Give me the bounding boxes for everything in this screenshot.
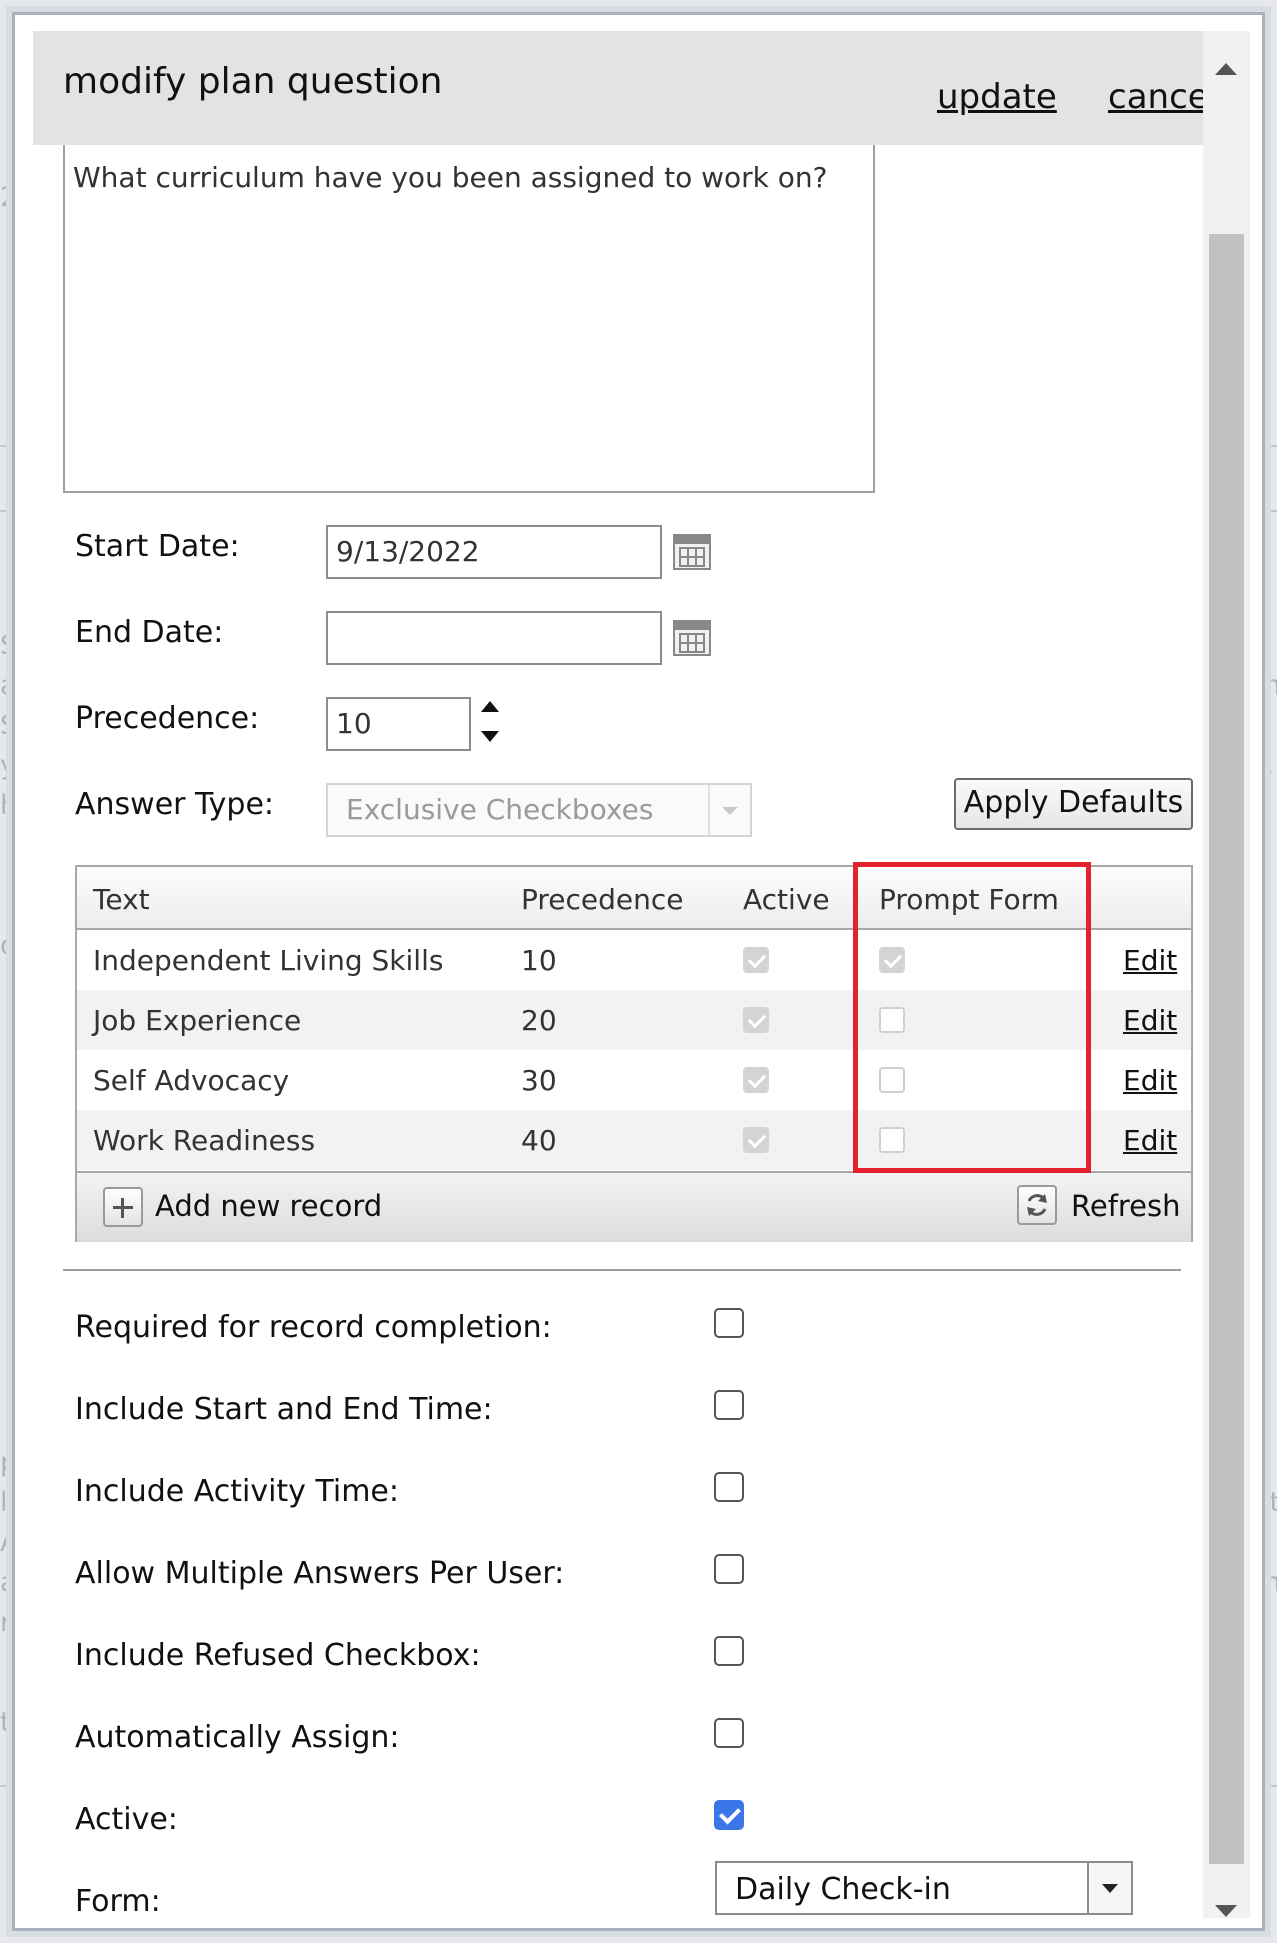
answer-type-label: Answer Type: xyxy=(75,787,275,822)
table-row: Job Experience 20 Edit xyxy=(77,990,1191,1050)
update-link[interactable]: update xyxy=(937,77,1057,117)
answer-type-value: Exclusive Checkboxes xyxy=(346,793,654,826)
include-activity-time-checkbox[interactable] xyxy=(714,1472,744,1502)
include-activity-time-label: Include Activity Time: xyxy=(75,1474,399,1509)
form-label: Form: xyxy=(75,1884,161,1918)
precedence-stepper[interactable] xyxy=(479,697,503,751)
table-row: Self Advocacy 30 Edit xyxy=(77,1050,1191,1110)
chevron-down-icon[interactable] xyxy=(1087,1863,1131,1913)
dialog-content: modify plan question update cancel What … xyxy=(33,31,1250,1918)
row-prompt-form-checkbox xyxy=(879,1067,905,1093)
row-active-checkbox xyxy=(743,1007,769,1033)
row-edit-link[interactable]: Edit xyxy=(1123,1124,1177,1157)
cancel-link[interactable]: cancel xyxy=(1108,77,1218,117)
row-precedence: 40 xyxy=(521,1124,557,1157)
increment-arrow-icon[interactable] xyxy=(481,701,499,712)
dialog-scrollbar[interactable] xyxy=(1203,31,1250,1918)
row-edit-link[interactable]: Edit xyxy=(1123,944,1177,977)
automatically-assign-checkbox[interactable] xyxy=(714,1718,744,1748)
required-for-completion-label: Required for record completion: xyxy=(75,1310,552,1345)
chevron-down-icon xyxy=(708,785,750,835)
row-active-checkbox xyxy=(743,1127,769,1153)
table-row: Independent Living Skills 10 Edit xyxy=(77,930,1191,990)
row-active-checkbox xyxy=(743,947,769,973)
question-text-area[interactable]: What curriculum have you been assigned t… xyxy=(63,145,875,493)
row-text: Self Advocacy xyxy=(93,1064,290,1097)
row-text: Work Readiness xyxy=(93,1124,316,1157)
add-record-plus-icon[interactable] xyxy=(103,1187,143,1227)
refresh-button[interactable]: Refresh xyxy=(1071,1189,1181,1223)
column-header-prompt-form[interactable]: Prompt Form xyxy=(879,883,1059,916)
calendar-icon[interactable] xyxy=(673,620,711,656)
row-text: Job Experience xyxy=(93,1004,302,1037)
end-date-input[interactable] xyxy=(326,611,662,665)
row-prompt-form-checkbox xyxy=(879,1127,905,1153)
calendar-icon[interactable] xyxy=(673,534,711,570)
end-date-label: End Date: xyxy=(75,615,224,650)
row-prompt-form-checkbox xyxy=(879,947,905,973)
column-header-precedence[interactable]: Precedence xyxy=(521,883,684,916)
active-checkbox[interactable] xyxy=(714,1800,744,1830)
scroll-down-arrow-icon[interactable] xyxy=(1215,1905,1237,1917)
start-date-label: Start Date: xyxy=(75,529,240,564)
apply-defaults-button[interactable]: Apply Defaults xyxy=(954,778,1193,830)
grid-footer: Add new record Refresh xyxy=(77,1171,1191,1242)
start-date-input[interactable]: 9/13/2022 xyxy=(326,525,662,579)
column-header-text[interactable]: Text xyxy=(93,883,150,916)
table-row: Work Readiness 40 Edit xyxy=(77,1110,1191,1170)
row-text: Independent Living Skills xyxy=(93,944,444,977)
decrement-arrow-icon[interactable] xyxy=(481,731,499,742)
answer-type-select: Exclusive Checkboxes xyxy=(326,783,752,837)
automatically-assign-label: Automatically Assign: xyxy=(75,1720,400,1755)
scroll-up-arrow-icon[interactable] xyxy=(1215,63,1237,75)
column-header-active[interactable]: Active xyxy=(743,883,830,916)
grid-header: Text Precedence Active Prompt Form xyxy=(77,867,1191,930)
active-label: Active: xyxy=(75,1802,178,1837)
precedence-input[interactable]: 10 xyxy=(326,697,471,751)
form-select-value: Daily Check-in xyxy=(735,1872,951,1907)
row-precedence: 20 xyxy=(521,1004,557,1037)
refresh-icon[interactable] xyxy=(1017,1185,1057,1225)
row-precedence: 30 xyxy=(521,1064,557,1097)
required-for-completion-checkbox[interactable] xyxy=(714,1308,744,1338)
row-edit-link[interactable]: Edit xyxy=(1123,1004,1177,1037)
modify-plan-question-dialog: modify plan question update cancel What … xyxy=(6,6,1271,1937)
include-start-end-time-checkbox[interactable] xyxy=(714,1390,744,1420)
dialog-title: modify plan question xyxy=(63,61,443,102)
answers-grid: Text Precedence Active Prompt Form Indep… xyxy=(75,865,1193,1242)
allow-multiple-answers-label: Allow Multiple Answers Per User: xyxy=(75,1556,565,1591)
precedence-label: Precedence: xyxy=(75,701,260,736)
include-refused-checkbox-label: Include Refused Checkbox: xyxy=(75,1638,481,1673)
form-select[interactable]: Daily Check-in xyxy=(715,1861,1133,1915)
include-refused-checkbox[interactable] xyxy=(714,1636,744,1666)
dialog-titlebar: modify plan question update cancel xyxy=(33,31,1218,145)
include-start-end-time-label: Include Start and End Time: xyxy=(75,1392,493,1427)
add-new-record-button[interactable]: Add new record xyxy=(155,1189,382,1223)
row-prompt-form-checkbox xyxy=(879,1007,905,1033)
scroll-thumb[interactable] xyxy=(1209,234,1244,1864)
allow-multiple-answers-checkbox[interactable] xyxy=(714,1554,744,1584)
row-edit-link[interactable]: Edit xyxy=(1123,1064,1177,1097)
row-active-checkbox xyxy=(743,1067,769,1093)
section-divider xyxy=(63,1269,1181,1271)
row-precedence: 10 xyxy=(521,944,557,977)
